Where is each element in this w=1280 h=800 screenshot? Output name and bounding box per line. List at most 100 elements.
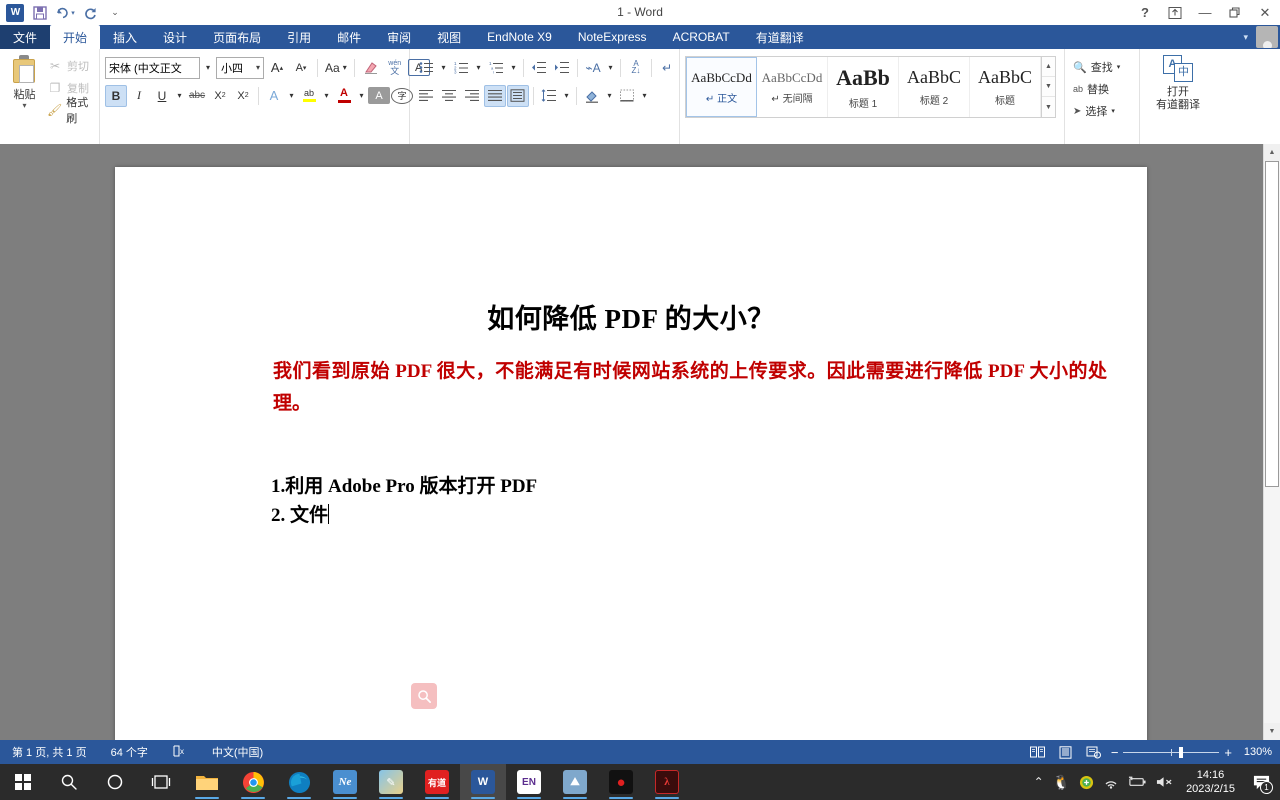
- character-shading-icon[interactable]: A: [368, 87, 390, 104]
- underline-button[interactable]: U: [151, 85, 173, 107]
- scrollbar-track[interactable]: [1264, 161, 1280, 723]
- font-color-icon[interactable]: A: [333, 85, 355, 107]
- tab-view[interactable]: 视图: [424, 25, 474, 49]
- shading-icon[interactable]: [581, 85, 603, 107]
- find-button[interactable]: 🔍 查找 ▾: [1070, 56, 1123, 78]
- zoom-level-label[interactable]: 130%: [1238, 746, 1272, 758]
- chinese-layout-dropdown-icon[interactable]: ▾: [605, 57, 616, 79]
- close-button[interactable]: ✕: [1250, 0, 1280, 25]
- style-item-normal[interactable]: AaBbCcDd ↵ 正文: [686, 57, 757, 117]
- taskbar-youdao[interactable]: 有道: [414, 764, 460, 800]
- tab-mailings[interactable]: 邮件: [324, 25, 374, 49]
- taskbar-photos[interactable]: ⛰: [552, 764, 598, 800]
- tab-youdao-translate[interactable]: 有道翻译: [743, 25, 817, 49]
- restore-button[interactable]: [1220, 0, 1250, 25]
- grow-font-button[interactable]: A ▴: [266, 57, 288, 79]
- read-mode-icon[interactable]: [1027, 743, 1049, 761]
- undo-icon[interactable]: ▾: [54, 2, 76, 23]
- style-item-heading-1[interactable]: AaBb 标题 1: [828, 57, 899, 117]
- taskbar-snipaste[interactable]: ✎: [368, 764, 414, 800]
- strikethrough-button[interactable]: abc: [186, 85, 208, 107]
- taskbar-clock[interactable]: 14:16 2023/2/15: [1182, 768, 1239, 796]
- taskbar-word[interactable]: W: [460, 764, 506, 800]
- styles-more-icon[interactable]: ▼: [1042, 97, 1055, 117]
- show-formatting-marks-icon[interactable]: ↵: [656, 57, 678, 79]
- cut-button[interactable]: ✂ 剪切: [44, 56, 94, 76]
- notification-center-button[interactable]: 1: [1248, 764, 1274, 800]
- style-item-no-spacing[interactable]: AaBbCcDd ↵ 无间隔: [757, 57, 828, 117]
- scroll-up-icon[interactable]: ▲: [1264, 144, 1280, 161]
- taskbar-task-view-button[interactable]: [138, 764, 184, 800]
- ribbon-display-options-icon[interactable]: [1160, 0, 1190, 25]
- start-button[interactable]: [0, 764, 46, 800]
- volume-muted-icon[interactable]: [1156, 775, 1173, 789]
- taskbar-search-button[interactable]: [46, 764, 92, 800]
- tab-design[interactable]: 设计: [150, 25, 200, 49]
- zoom-track[interactable]: [1123, 746, 1220, 758]
- phonetic-guide-icon[interactable]: wén 文: [384, 57, 406, 79]
- tab-page-layout[interactable]: 页面布局: [200, 25, 274, 49]
- line-spacing-dropdown-icon[interactable]: ▾: [561, 85, 572, 107]
- redo-icon[interactable]: [79, 2, 101, 23]
- clear-formatting-icon[interactable]: [360, 57, 382, 79]
- numbering-icon[interactable]: 123: [450, 57, 472, 79]
- document-page[interactable]: 如何降低 PDF 的大小？ 我们看到原始 PDF 很大，不能满足有时候网站系统的…: [115, 167, 1147, 740]
- styles-scroll-down-icon[interactable]: ▼: [1042, 77, 1055, 97]
- minimize-button[interactable]: —: [1190, 0, 1220, 25]
- word-count[interactable]: 64 个字: [99, 744, 160, 760]
- format-painter-button[interactable]: 🖌 格式刷: [44, 97, 94, 125]
- tab-acrobat[interactable]: ACROBAT: [660, 25, 743, 49]
- tab-noteexpress[interactable]: NoteExpress: [565, 25, 660, 49]
- taskbar-noteexpress[interactable]: Ne: [322, 764, 368, 800]
- help-icon[interactable]: ?: [1130, 0, 1160, 25]
- font-name-combo[interactable]: 宋体 (中文正文: [105, 56, 200, 79]
- page-indicator[interactable]: 第 1 页, 共 1 页: [0, 744, 99, 760]
- font-name-dropdown-icon[interactable]: ▾: [202, 57, 214, 79]
- show-hidden-icons-button[interactable]: ⌃: [1034, 775, 1044, 789]
- taskbar-acrobat[interactable]: λ: [644, 764, 690, 800]
- taskbar-recorder[interactable]: ●: [598, 764, 644, 800]
- language-indicator[interactable]: 中文(中国): [200, 744, 275, 760]
- highlight-color-icon[interactable]: ab: [298, 85, 320, 107]
- sort-icon[interactable]: A Z↓: [625, 57, 647, 79]
- select-button[interactable]: ➤ 选择 ▾: [1070, 100, 1118, 122]
- multilevel-list-icon[interactable]: 1ai: [485, 57, 507, 79]
- tab-endnote[interactable]: EndNote X9: [474, 25, 565, 49]
- save-icon[interactable]: [29, 2, 51, 23]
- paste-button[interactable]: 粘贴 ▾: [5, 53, 44, 110]
- find-dropdown-icon[interactable]: ▾: [1117, 63, 1121, 71]
- align-center-icon[interactable]: [438, 85, 460, 107]
- distribute-icon[interactable]: [507, 84, 529, 107]
- user-avatar[interactable]: [1256, 26, 1278, 48]
- replace-button[interactable]: ab 替换: [1070, 78, 1112, 100]
- zoom-thumb[interactable]: [1179, 746, 1184, 758]
- select-dropdown-icon[interactable]: ▾: [1111, 107, 1115, 115]
- tab-home[interactable]: 开始: [50, 25, 101, 49]
- zoom-slider[interactable]: − +: [1111, 745, 1232, 760]
- taskbar-edge[interactable]: [276, 764, 322, 800]
- chinese-layout-icon[interactable]: ⌁A: [582, 57, 604, 79]
- search-popup-button[interactable]: [411, 683, 437, 709]
- align-right-icon[interactable]: [461, 85, 483, 107]
- borders-icon[interactable]: [616, 85, 638, 107]
- font-size-combo[interactable]: 小四 ▾: [216, 56, 264, 79]
- taskbar-chrome[interactable]: [230, 764, 276, 800]
- tab-references[interactable]: 引用: [274, 25, 324, 49]
- align-left-icon[interactable]: [415, 85, 437, 107]
- update-icon[interactable]: [1079, 775, 1094, 790]
- decrease-indent-icon[interactable]: [528, 57, 550, 79]
- tab-insert[interactable]: 插入: [100, 25, 150, 49]
- justify-icon[interactable]: [484, 84, 506, 107]
- bullets-icon[interactable]: [415, 57, 437, 79]
- collapse-ribbon-icon[interactable]: ▾: [1237, 32, 1254, 43]
- highlight-dropdown-icon[interactable]: ▾: [321, 85, 332, 107]
- bullets-dropdown-icon[interactable]: ▾: [438, 57, 449, 79]
- shading-dropdown-icon[interactable]: ▾: [604, 85, 615, 107]
- shrink-font-button[interactable]: A ▾: [290, 57, 312, 79]
- font-size-dropdown-icon[interactable]: ▾: [256, 63, 260, 72]
- tab-review[interactable]: 审阅: [374, 25, 424, 49]
- taskbar-cortana-button[interactable]: [92, 764, 138, 800]
- styles-scroll-up-icon[interactable]: ▲: [1042, 57, 1055, 77]
- font-color-dropdown-icon[interactable]: ▾: [356, 85, 367, 107]
- battery-icon[interactable]: [1128, 776, 1147, 788]
